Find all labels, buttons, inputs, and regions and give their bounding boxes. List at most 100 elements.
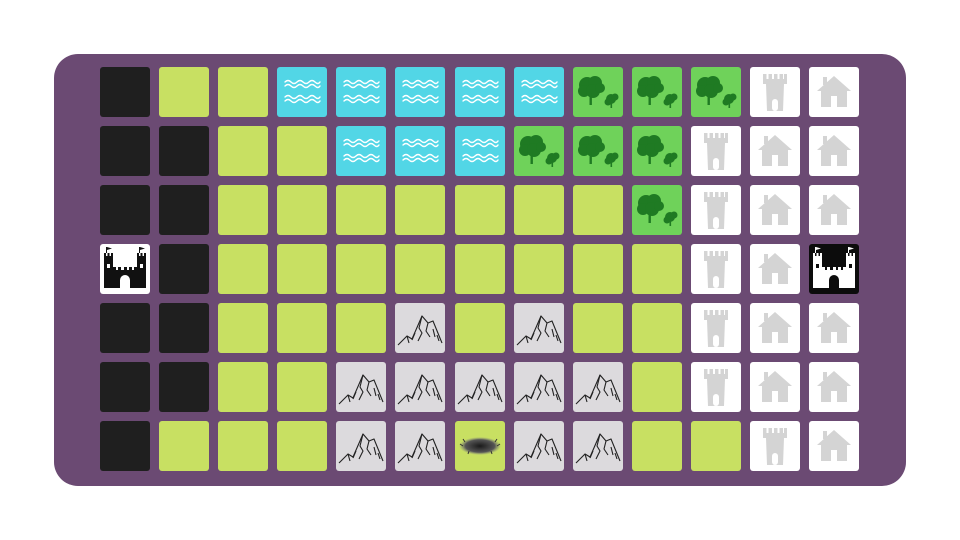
water-tile[interactable] xyxy=(277,67,328,117)
castle-tile[interactable] xyxy=(809,244,860,294)
grass-tile[interactable] xyxy=(277,185,328,235)
forest-tile[interactable] xyxy=(690,67,741,117)
forest-tile[interactable] xyxy=(631,185,682,235)
grass-tile[interactable] xyxy=(395,244,446,294)
grass-tile[interactable] xyxy=(218,303,269,353)
grass-tile[interactable] xyxy=(395,185,446,235)
house-tile[interactable] xyxy=(809,303,860,353)
grass-tile[interactable] xyxy=(218,126,269,176)
grass-tile[interactable] xyxy=(159,67,210,117)
grass-tile[interactable] xyxy=(277,126,328,176)
house-tile[interactable] xyxy=(809,421,860,471)
house-tile[interactable] xyxy=(750,362,801,412)
house-tile[interactable] xyxy=(750,303,801,353)
house-tile[interactable] xyxy=(809,362,860,412)
mountain-tile[interactable] xyxy=(513,362,564,412)
grass-tile[interactable] xyxy=(690,421,741,471)
house-tile[interactable] xyxy=(809,185,860,235)
grass-tile[interactable] xyxy=(218,185,269,235)
grass-tile[interactable] xyxy=(631,362,682,412)
void-tile[interactable] xyxy=(100,126,150,176)
water-tile[interactable] xyxy=(395,67,446,117)
house-tile[interactable] xyxy=(809,126,860,176)
water-tile[interactable] xyxy=(454,126,505,176)
void-tile[interactable] xyxy=(159,244,210,294)
grass-tile[interactable] xyxy=(336,244,387,294)
void-tile[interactable] xyxy=(100,303,150,353)
grass-tile[interactable] xyxy=(336,303,387,353)
pit-icon xyxy=(455,421,505,471)
grass-tile[interactable] xyxy=(218,421,269,471)
grass-tile[interactable] xyxy=(218,67,269,117)
grass-tile[interactable] xyxy=(454,244,505,294)
house-tile[interactable] xyxy=(750,185,801,235)
void-tile[interactable] xyxy=(159,303,210,353)
house-tile[interactable] xyxy=(809,67,860,117)
void-tile[interactable] xyxy=(159,362,210,412)
tower-tile[interactable] xyxy=(690,362,741,412)
mountain-tile[interactable] xyxy=(395,303,446,353)
void-tile[interactable] xyxy=(100,185,150,235)
grass-tile[interactable] xyxy=(277,303,328,353)
castle-tile[interactable] xyxy=(100,244,150,294)
house-tile[interactable] xyxy=(750,244,801,294)
mountain-tile[interactable] xyxy=(336,421,387,471)
mountain-tile[interactable] xyxy=(454,362,505,412)
grass-tile[interactable] xyxy=(159,421,210,471)
forest-tile[interactable] xyxy=(513,126,564,176)
water-tile[interactable] xyxy=(454,67,505,117)
mountain-tile[interactable] xyxy=(336,362,387,412)
grass-tile[interactable] xyxy=(631,244,682,294)
grass-tile[interactable] xyxy=(572,185,623,235)
grass-tile[interactable] xyxy=(336,185,387,235)
grass-tile[interactable] xyxy=(513,244,564,294)
mountain-tile[interactable] xyxy=(572,362,623,412)
tower-icon xyxy=(763,74,788,111)
mountain-tile[interactable] xyxy=(395,421,446,471)
tower-tile[interactable] xyxy=(750,67,801,117)
grass-tile[interactable] xyxy=(572,244,623,294)
grass-tile[interactable] xyxy=(277,244,328,294)
grass-tile[interactable] xyxy=(277,421,328,471)
forest-tile[interactable] xyxy=(572,126,623,176)
tower-tile[interactable] xyxy=(690,244,741,294)
grass-tile[interactable] xyxy=(277,362,328,412)
water-tile[interactable] xyxy=(513,67,564,117)
water-icon xyxy=(461,138,499,163)
void-tile[interactable] xyxy=(159,126,210,176)
water-tile[interactable] xyxy=(336,126,387,176)
house-icon xyxy=(750,185,800,235)
tower-tile[interactable] xyxy=(690,126,741,176)
grass-tile[interactable] xyxy=(631,421,682,471)
water-icon xyxy=(395,126,445,176)
mountain-icon xyxy=(395,421,445,471)
water-tile[interactable] xyxy=(395,126,446,176)
water-icon xyxy=(343,79,381,104)
tower-icon xyxy=(691,126,741,176)
grass-tile[interactable] xyxy=(454,185,505,235)
mountain-icon xyxy=(336,362,386,412)
forest-tile[interactable] xyxy=(631,126,682,176)
grass-tile[interactable] xyxy=(454,303,505,353)
water-tile[interactable] xyxy=(336,67,387,117)
mountain-tile[interactable] xyxy=(513,421,564,471)
house-tile[interactable] xyxy=(750,126,801,176)
forest-tile[interactable] xyxy=(631,67,682,117)
grass-tile[interactable] xyxy=(218,362,269,412)
void-tile[interactable] xyxy=(100,362,150,412)
grass-tile[interactable] xyxy=(218,244,269,294)
void-tile[interactable] xyxy=(100,67,150,117)
pit-tile[interactable] xyxy=(454,421,505,471)
mountain-tile[interactable] xyxy=(572,421,623,471)
forest-tile[interactable] xyxy=(572,67,623,117)
grass-tile[interactable] xyxy=(631,303,682,353)
tower-tile[interactable] xyxy=(690,303,741,353)
mountain-tile[interactable] xyxy=(513,303,564,353)
void-tile[interactable] xyxy=(159,185,210,235)
tower-tile[interactable] xyxy=(690,185,741,235)
mountain-tile[interactable] xyxy=(395,362,446,412)
grass-tile[interactable] xyxy=(572,303,623,353)
tower-tile[interactable] xyxy=(750,421,801,471)
grass-tile[interactable] xyxy=(513,185,564,235)
void-tile[interactable] xyxy=(100,421,150,471)
